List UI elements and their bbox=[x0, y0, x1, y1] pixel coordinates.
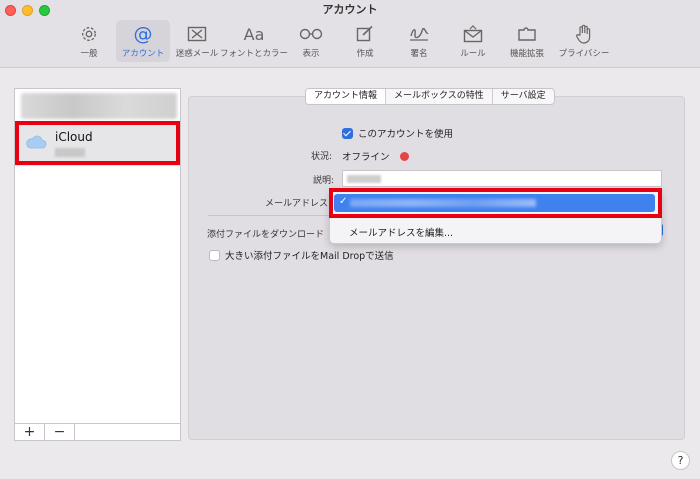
compose-icon bbox=[356, 23, 374, 45]
tab-label: 署名 bbox=[410, 49, 428, 59]
preferences-toolbar: 一般 @ アカウント 迷惑メール Aa フォントとカラー 表示 作成 署名 ルー… bbox=[62, 20, 614, 62]
tab-label: 表示 bbox=[302, 49, 320, 59]
section-divider bbox=[208, 215, 333, 216]
account-detail-panel bbox=[188, 96, 685, 440]
sidebar-footer: + − bbox=[14, 423, 181, 441]
tab-mailbox-behaviors[interactable]: メールボックスの特性 bbox=[386, 89, 493, 104]
signature-icon bbox=[408, 23, 430, 45]
tab-label: 作成 bbox=[356, 49, 374, 59]
status-label: 状況: bbox=[311, 152, 333, 162]
add-account-button[interactable]: + bbox=[15, 424, 45, 440]
tab-fonts-colors[interactable]: Aa フォントとカラー bbox=[220, 20, 288, 62]
blurred-account-row[interactable] bbox=[21, 93, 177, 119]
description-field[interactable] bbox=[342, 170, 662, 187]
maildrop-checkbox[interactable] bbox=[209, 249, 220, 261]
download-attachments-label: 添付ファイルをダウンロード bbox=[207, 230, 325, 240]
tab-extensions[interactable]: 機能拡張 bbox=[500, 20, 554, 62]
status-row: オフライン bbox=[342, 149, 409, 163]
gear-icon bbox=[80, 23, 98, 45]
puzzle-icon bbox=[517, 23, 537, 45]
highlight-icloud-account bbox=[15, 121, 180, 165]
tab-viewing[interactable]: 表示 bbox=[284, 20, 338, 62]
edit-mail-address-menu-item[interactable]: メールアドレスを編集... bbox=[349, 225, 453, 239]
tab-label: 迷惑メール bbox=[175, 49, 219, 59]
tab-junk[interactable]: 迷惑メール bbox=[170, 20, 224, 62]
highlight-mail-address-item bbox=[329, 188, 662, 218]
status-offline-indicator bbox=[399, 151, 409, 161]
tab-signatures[interactable]: 署名 bbox=[392, 20, 446, 62]
tab-label: プライバシー bbox=[558, 49, 610, 59]
help-button[interactable]: ? bbox=[671, 451, 690, 470]
enable-account-checkbox[interactable] bbox=[342, 127, 353, 139]
junk-tray-icon bbox=[187, 23, 207, 45]
tab-server-settings[interactable]: サーバ設定 bbox=[493, 89, 554, 104]
glasses-icon bbox=[299, 23, 323, 45]
font-icon: Aa bbox=[243, 24, 265, 44]
maildrop-label: 大きい添付ファイルをMail Dropで送信 bbox=[225, 251, 394, 262]
rules-envelope-icon bbox=[463, 23, 483, 45]
tab-label: アカウント bbox=[121, 49, 165, 59]
status-value: オフライン bbox=[342, 152, 390, 163]
tab-privacy[interactable]: プライバシー bbox=[554, 20, 614, 62]
at-icon: @ bbox=[133, 23, 153, 45]
description-value-redacted bbox=[347, 175, 381, 183]
remove-account-button[interactable]: − bbox=[45, 424, 75, 440]
enable-account-row: このアカウントを使用 bbox=[342, 126, 453, 140]
tab-rules[interactable]: ルール bbox=[446, 20, 500, 62]
tab-account-info[interactable]: アカウント情報 bbox=[306, 89, 387, 104]
tab-composing[interactable]: 作成 bbox=[338, 20, 392, 62]
tab-label: 機能拡張 bbox=[509, 49, 544, 59]
tab-general[interactable]: 一般 bbox=[62, 20, 116, 62]
tab-label: 一般 bbox=[80, 49, 98, 59]
tab-accounts[interactable]: @ アカウント bbox=[116, 20, 170, 62]
tab-label: フォントとカラー bbox=[220, 49, 289, 59]
title-bar: アカウント 一般 @ アカウント 迷惑メール Aa フォントとカラー 表示 作成… bbox=[0, 0, 700, 68]
tab-label: ルール bbox=[460, 49, 486, 59]
window-title: アカウント bbox=[322, 3, 378, 16]
maildrop-row: 大きい添付ファイルをMail Dropで送信 bbox=[209, 248, 394, 262]
enable-account-label: このアカウントを使用 bbox=[358, 129, 454, 140]
mail-address-label: メールアドレス bbox=[265, 199, 329, 209]
account-tabs: アカウント情報 メールボックスの特性 サーバ設定 bbox=[305, 88, 555, 105]
hand-icon bbox=[576, 23, 592, 45]
description-label: 説明: bbox=[313, 176, 335, 186]
